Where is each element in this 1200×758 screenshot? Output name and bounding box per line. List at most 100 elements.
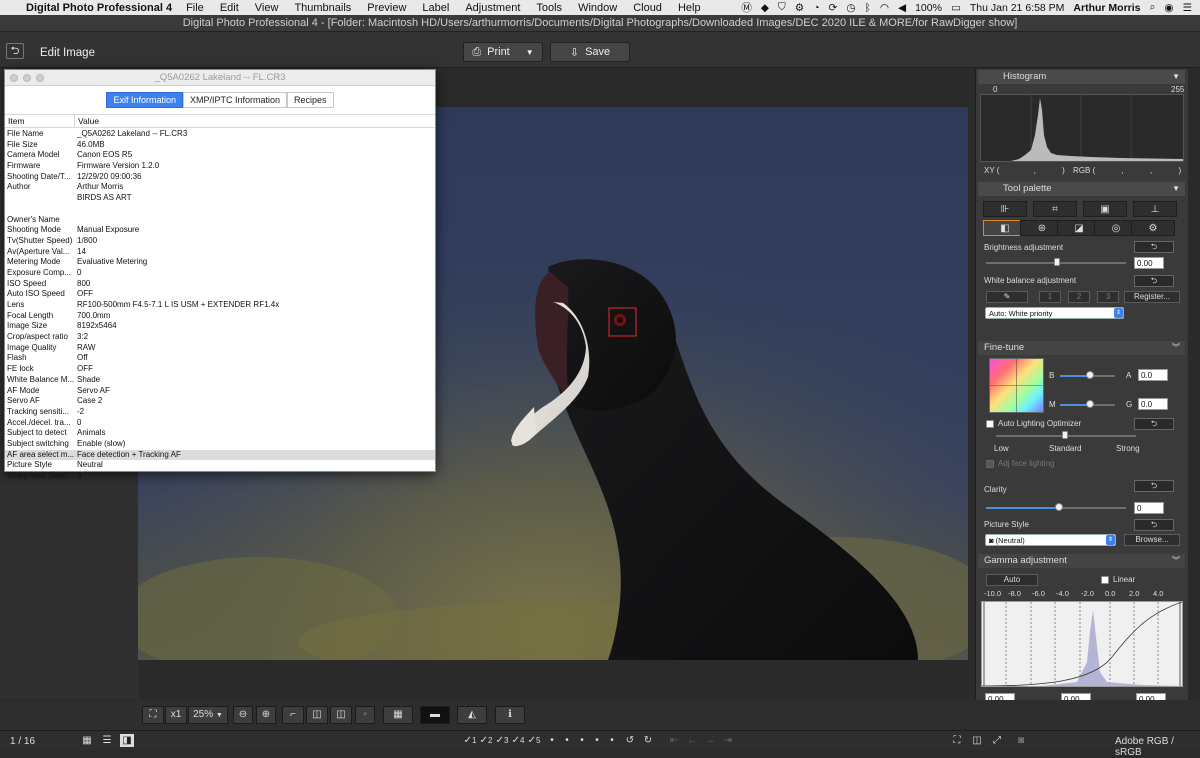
menu-preview[interactable]: Preview: [367, 2, 406, 14]
menu-help[interactable]: Help: [678, 2, 701, 14]
histogram-header[interactable]: Histogram ▼: [978, 70, 1185, 84]
table-row[interactable]: Lens RF100-500mm F4.5-7.1 L IS USM + EXTE…: [5, 300, 435, 311]
table-row[interactable]: ISO Speed 800: [5, 279, 435, 290]
g-value[interactable]: 0.0: [1138, 398, 1168, 410]
table-row[interactable]: AF Mode Servo AF: [5, 386, 435, 397]
tab-recipes[interactable]: Recipes: [287, 92, 334, 108]
picture-style-select[interactable]: ◙ (Neutral) ⇕: [985, 534, 1116, 546]
split-button[interactable]: ◫: [330, 706, 352, 724]
wb-custom-1[interactable]: 1: [1039, 291, 1061, 303]
battery-icon[interactable]: ▭: [951, 2, 961, 14]
table-row[interactable]: [5, 204, 435, 215]
dropbox-icon[interactable]: ◆: [761, 2, 769, 14]
picture-style-reset-button[interactable]: ⮌: [1134, 519, 1174, 531]
highlight-warning-button[interactable]: ◭: [457, 706, 487, 724]
star-5-icon[interactable]: •: [605, 734, 619, 747]
grid-view-icon[interactable]: ▦: [80, 734, 94, 747]
tool-tab-stamp[interactable]: ⊥: [1133, 201, 1177, 217]
circle-m-icon[interactable]: Ⓜ: [741, 0, 752, 15]
back-button[interactable]: ⮌: [6, 43, 24, 59]
table-row[interactable]: File Size 46.0MB: [5, 140, 435, 151]
zoom-select[interactable]: 25% ▼: [188, 706, 228, 724]
search-icon[interactable]: ⌕: [1150, 1, 1156, 14]
wb-reset-button[interactable]: ⮌: [1134, 275, 1174, 287]
ba-knob[interactable]: [1086, 371, 1094, 379]
table-row[interactable]: Flash Off: [5, 353, 435, 364]
rating-1-button[interactable]: ✓1: [463, 734, 477, 747]
rating-5-button[interactable]: ✓5: [527, 734, 541, 747]
menu-adjustment[interactable]: Adjustment: [465, 2, 520, 14]
table-row[interactable]: AF area select m... Face detection + Trac…: [5, 449, 435, 461]
grid-button[interactable]: ▦: [383, 706, 413, 724]
table-row[interactable]: Shooting Date/T... 12/29/20 09:00:36: [5, 172, 435, 183]
star-2-icon[interactable]: •: [560, 734, 574, 747]
menu-tools[interactable]: Tools: [536, 2, 562, 14]
zoom-icon[interactable]: [36, 74, 44, 82]
column-header-value[interactable]: Value: [75, 115, 99, 127]
table-row[interactable]: Auto ISO Speed OFF: [5, 289, 435, 300]
control-center-icon[interactable]: ☰: [1183, 2, 1192, 14]
table-row[interactable]: Crop/aspect ratio 3:2: [5, 332, 435, 343]
rating-3-button[interactable]: ✓3: [495, 734, 509, 747]
fit-window-icon[interactable]: ⛶: [950, 734, 964, 747]
tab-xmp-iptc[interactable]: XMP/IPTC Information: [182, 92, 288, 108]
brightness-value[interactable]: 0.00: [1134, 257, 1164, 269]
single-view-icon[interactable]: ◨: [120, 734, 134, 747]
alo-reset-button[interactable]: ⮌: [1134, 418, 1174, 430]
finetune-header[interactable]: Fine-tune ︾: [978, 341, 1185, 355]
table-row[interactable]: Sharpness:Stren... 0: [5, 471, 435, 482]
star-3-icon[interactable]: •: [575, 734, 589, 747]
mg-knob[interactable]: [1086, 400, 1094, 408]
register-button[interactable]: Register...: [1124, 291, 1180, 303]
table-row[interactable]: Servo AF Case 2: [5, 396, 435, 407]
menu-window[interactable]: Window: [578, 2, 617, 14]
last-image-icon[interactable]: ⇥: [721, 734, 735, 747]
next-image-icon[interactable]: →: [703, 734, 717, 747]
rating-4-button[interactable]: ✓4: [511, 734, 525, 747]
double-chevron-icon[interactable]: ︾: [1172, 554, 1180, 568]
close-icon[interactable]: [10, 74, 18, 82]
rotate-left-icon[interactable]: ↺: [623, 734, 637, 747]
chevron-down-icon[interactable]: ▼: [1172, 70, 1180, 84]
rating-2-button[interactable]: ✓2: [479, 734, 493, 747]
table-row[interactable]: Image Quality RAW: [5, 343, 435, 354]
background-color-button[interactable]: ▬: [420, 706, 450, 724]
exif-table-body[interactable]: File Name _Q5A0262 Lakeland -- FL.CR3 File…: [5, 128, 435, 482]
menu-edit[interactable]: Edit: [220, 2, 239, 14]
star-4-icon[interactable]: •: [590, 734, 604, 747]
alo-checkbox[interactable]: [986, 420, 994, 428]
camera-icon[interactable]: ◙: [1014, 734, 1028, 747]
brightness-knob[interactable]: [1054, 258, 1060, 266]
tab-exif-information[interactable]: Exif Information: [106, 92, 183, 108]
siri-icon[interactable]: ◉: [1164, 2, 1173, 14]
wb-select[interactable]: Auto: White priority ⇕: [985, 307, 1124, 319]
af-point-button[interactable]: ⌐: [282, 706, 304, 724]
zoom-in-button[interactable]: ⊕: [256, 706, 276, 724]
user-name[interactable]: Arthur Morris: [1073, 2, 1140, 14]
wb-custom-2[interactable]: 2: [1068, 291, 1090, 303]
wifi-icon[interactable]: ◠: [880, 2, 889, 14]
prev-image-icon[interactable]: ←: [685, 734, 699, 747]
table-row[interactable]: Accel./decel. tra... 0: [5, 418, 435, 429]
minimize-icon[interactable]: [23, 74, 31, 82]
chevron-down-icon[interactable]: ▼: [1172, 182, 1180, 196]
double-chevron-icon[interactable]: ︾: [1172, 341, 1180, 355]
table-row[interactable]: Exposure Comp... 0: [5, 268, 435, 279]
table-row[interactable]: FE lock OFF: [5, 364, 435, 375]
zoom-out-button[interactable]: ⊖: [233, 706, 253, 724]
menu-view[interactable]: View: [255, 2, 279, 14]
gamma-header[interactable]: Gamma adjustment ︾: [978, 554, 1185, 568]
sync-view-button[interactable]: ▪: [355, 706, 375, 724]
table-row[interactable]: Owner's Name: [5, 215, 435, 226]
table-row[interactable]: Shooting Mode Manual Exposure: [5, 225, 435, 236]
rotate-right-icon[interactable]: ↻: [641, 734, 655, 747]
linear-checkbox[interactable]: [1101, 576, 1109, 584]
alo-knob[interactable]: [1062, 431, 1068, 439]
table-row[interactable]: File Name _Q5A0262 Lakeland -- FL.CR3: [5, 129, 435, 140]
compare-button[interactable]: ◫: [306, 706, 328, 724]
table-row[interactable]: Subject to detect Animals: [5, 428, 435, 439]
shield-icon[interactable]: ⛉: [778, 1, 786, 14]
tool-tab-basic[interactable]: ⊪: [983, 201, 1027, 217]
browse-button[interactable]: Browse...: [1124, 534, 1180, 546]
table-row[interactable]: Tracking sensiti... -2: [5, 407, 435, 418]
